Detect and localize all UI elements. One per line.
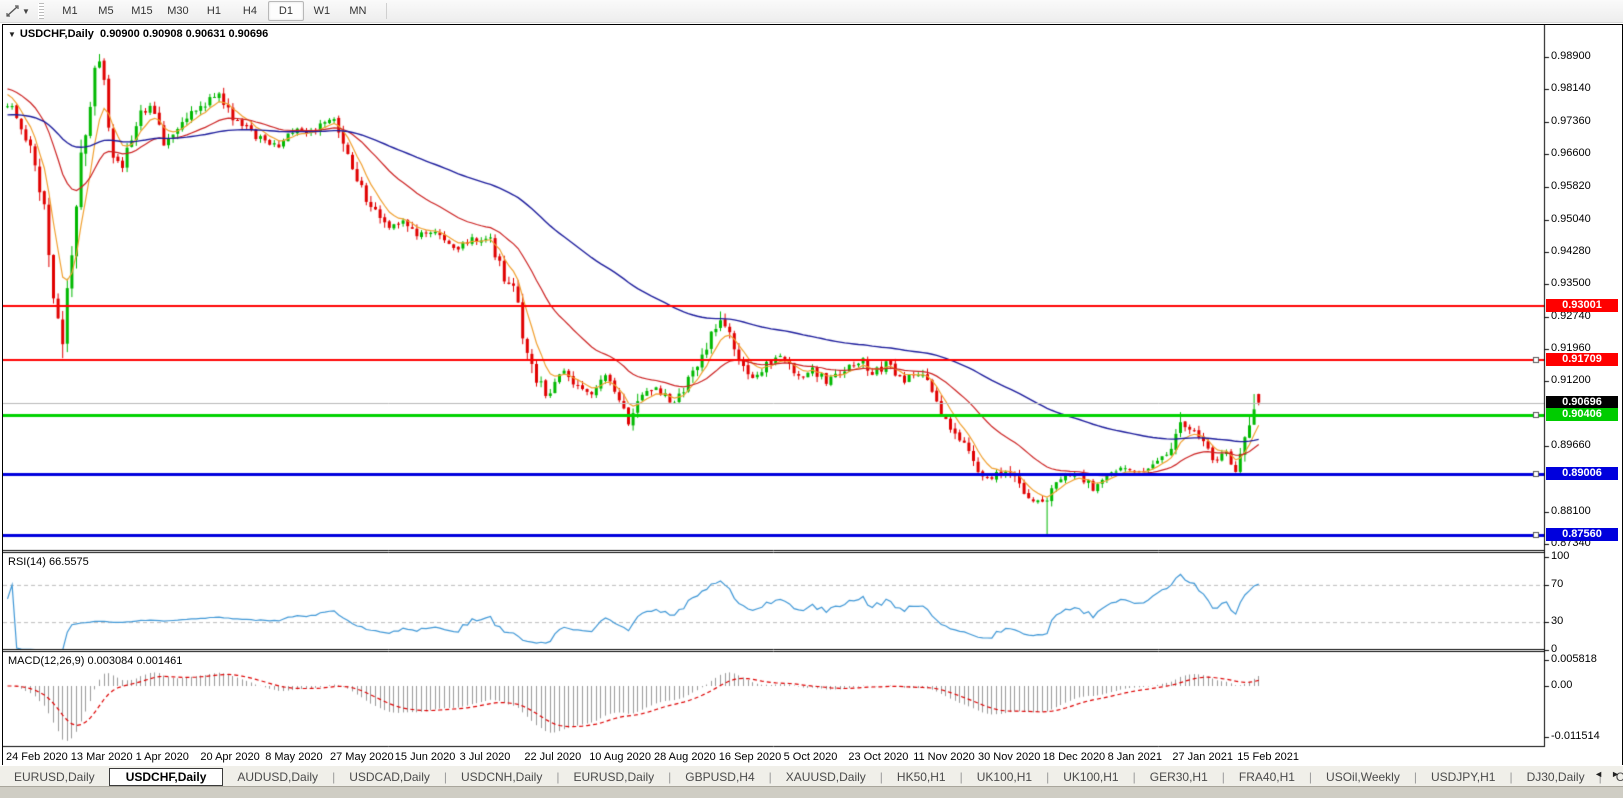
timeframe-button-mn[interactable]: MN bbox=[340, 1, 376, 21]
date-label-0: 24 Feb 2020 bbox=[6, 751, 68, 763]
macd-indicator-label: MACD(12,26,9) 0.003084 0.001461 bbox=[8, 655, 182, 667]
date-label-12: 5 Oct 2020 bbox=[784, 751, 838, 763]
chart-tab-usoil-weekly[interactable]: USOil,Weekly bbox=[1312, 768, 1414, 786]
chart-tab-xauusd-daily[interactable]: XAUUSD,Daily bbox=[772, 768, 880, 786]
rsi-tick-70: 70 bbox=[1551, 578, 1563, 590]
price-flag-0.90696: 0.90696 bbox=[1546, 396, 1618, 409]
price-flag-0.89006: 0.89006 bbox=[1546, 467, 1618, 480]
date-label-6: 15 Jun 2020 bbox=[395, 751, 456, 763]
chart-tab-hk50-h1[interactable]: HK50,H1 bbox=[883, 768, 960, 786]
rsi-name: RSI(14) bbox=[8, 556, 46, 568]
status-strip bbox=[0, 786, 1623, 798]
rsi-tick-100: 100 bbox=[1551, 550, 1569, 562]
toolbar-separator bbox=[386, 3, 387, 19]
tab-scroll-right-icon[interactable]: ► bbox=[1611, 769, 1620, 779]
date-label-16: 18 Dec 2020 bbox=[1043, 751, 1105, 763]
price-flag-0.93001: 0.93001 bbox=[1546, 299, 1618, 312]
toolbar-grip bbox=[38, 3, 44, 19]
price-tick-0.89660: 0.89660 bbox=[1551, 439, 1591, 451]
chart-symbol-period: USDCHF,Daily bbox=[20, 28, 94, 40]
date-label-13: 23 Oct 2020 bbox=[848, 751, 908, 763]
date-label-8: 22 Jul 2020 bbox=[524, 751, 581, 763]
rsi-tick-30: 30 bbox=[1551, 615, 1563, 627]
chart-tab-bar: EURUSD,DailyUSDCHF,DailyAUDUSD,Daily|USD… bbox=[0, 765, 1623, 787]
macd-main-value: 0.003084 bbox=[87, 655, 133, 667]
price-tick-0.94280: 0.94280 bbox=[1551, 245, 1591, 257]
chart-tab-usdcnh-daily[interactable]: USDCNH,Daily bbox=[447, 768, 556, 786]
timeframe-button-h4[interactable]: H4 bbox=[232, 1, 268, 21]
price-tick-0.97360: 0.97360 bbox=[1551, 115, 1591, 127]
date-label-2: 1 Apr 2020 bbox=[136, 751, 189, 763]
chart-window: ▼ USDCHF,Daily 0.90900 0.90908 0.90631 0.… bbox=[2, 24, 1623, 766]
cursor-crosshair-tool-icon[interactable] bbox=[3, 2, 21, 20]
price-flag-0.90406: 0.90406 bbox=[1546, 408, 1618, 421]
mt4-terminal: ▼ M1M5M15M30H1H4D1W1MN ▼ USDCHF,Daily 0.9… bbox=[0, 0, 1623, 798]
tabs-container: EURUSD,DailyUSDCHF,DailyAUDUSD,Daily|USD… bbox=[0, 768, 1623, 786]
price-tick-0.98900: 0.98900 bbox=[1551, 50, 1591, 62]
date-label-4: 8 May 2020 bbox=[265, 751, 322, 763]
timeframe-button-h1[interactable]: H1 bbox=[196, 1, 232, 21]
chart-tab-ger30-h1[interactable]: GER30,H1 bbox=[1136, 768, 1222, 786]
tab-scroll-left-icon[interactable]: ◄ bbox=[1594, 769, 1603, 779]
timeframe-button-w1[interactable]: W1 bbox=[304, 1, 340, 21]
date-label-15: 30 Nov 2020 bbox=[978, 751, 1040, 763]
timeframe-buttons: M1M5M15M30H1H4D1W1MN bbox=[52, 1, 376, 21]
ohlc-open: 0.90900 bbox=[100, 28, 140, 40]
date-label-5: 27 May 2020 bbox=[330, 751, 394, 763]
price-tick-0.91200: 0.91200 bbox=[1551, 374, 1591, 386]
chart-tab-uk100-h1[interactable]: UK100,H1 bbox=[1049, 768, 1132, 786]
rsi-value: 66.5575 bbox=[49, 556, 89, 568]
chart-tab-usdcad-daily[interactable]: USDCAD,Daily bbox=[335, 768, 444, 786]
chart-tab-audusd-daily[interactable]: AUDUSD,Daily bbox=[223, 768, 332, 786]
ohlc-high: 0.90908 bbox=[143, 28, 183, 40]
date-label-10: 28 Aug 2020 bbox=[654, 751, 716, 763]
price-flag-0.87560: 0.87560 bbox=[1546, 528, 1618, 541]
tool-dropdown-icon[interactable]: ▼ bbox=[22, 7, 30, 16]
chart-tab-usdchf-daily[interactable]: USDCHF,Daily bbox=[109, 768, 224, 786]
chart-tab-fra40-h1[interactable]: FRA40,H1 bbox=[1225, 768, 1309, 786]
date-label-19: 15 Feb 2021 bbox=[1237, 751, 1299, 763]
price-tick-0.88100: 0.88100 bbox=[1551, 505, 1591, 517]
chart-title: ▼ USDCHF,Daily 0.90900 0.90908 0.90631 0.… bbox=[8, 28, 268, 40]
timeframe-button-m1[interactable]: M1 bbox=[52, 1, 88, 21]
macd-tick--0.011514: -0.011514 bbox=[1551, 730, 1600, 742]
macd-signal-value: 0.001461 bbox=[136, 655, 182, 667]
macd-tick-0.00: 0.00 bbox=[1551, 679, 1572, 691]
timeframe-button-m5[interactable]: M5 bbox=[88, 1, 124, 21]
macd-name: MACD(12,26,9) bbox=[8, 655, 84, 667]
price-flag-0.91709: 0.91709 bbox=[1546, 353, 1618, 366]
rsi-indicator-label: RSI(14) 66.5575 bbox=[8, 556, 89, 568]
collapse-chart-icon[interactable]: ▼ bbox=[8, 30, 16, 39]
date-label-3: 20 Apr 2020 bbox=[200, 751, 259, 763]
date-label-14: 11 Nov 2020 bbox=[913, 751, 975, 763]
price-tick-0.93500: 0.93500 bbox=[1551, 277, 1591, 289]
date-label-1: 13 Mar 2020 bbox=[71, 751, 133, 763]
macd-tick-0.005818: 0.005818 bbox=[1551, 653, 1597, 665]
date-label-11: 16 Sep 2020 bbox=[719, 751, 781, 763]
price-tick-0.96600: 0.96600 bbox=[1551, 147, 1591, 159]
timeframe-button-d1[interactable]: D1 bbox=[268, 1, 304, 21]
ohlc-low: 0.90631 bbox=[186, 28, 226, 40]
timeframe-button-m30[interactable]: M30 bbox=[160, 1, 196, 21]
chart-toolbar: ▼ M1M5M15M30H1H4D1W1MN bbox=[0, 0, 1623, 23]
ohlc-close: 0.90696 bbox=[229, 28, 269, 40]
date-label-9: 10 Aug 2020 bbox=[589, 751, 651, 763]
price-chart-canvas[interactable] bbox=[3, 25, 1620, 763]
price-tick-0.95040: 0.95040 bbox=[1551, 213, 1591, 225]
chart-tab-eurusd-daily[interactable]: EURUSD,Daily bbox=[559, 768, 668, 786]
tab-scroll-buttons: ◄ ► bbox=[1594, 769, 1620, 779]
chart-tab-gbpusd-h4[interactable]: GBPUSD,H4 bbox=[671, 768, 768, 786]
price-tick-0.95820: 0.95820 bbox=[1551, 180, 1591, 192]
chart-tab-usdjpy-h1[interactable]: USDJPY,H1 bbox=[1417, 768, 1509, 786]
chart-tab-dj30-daily[interactable]: DJ30,Daily bbox=[1513, 768, 1599, 786]
timeframe-button-m15[interactable]: M15 bbox=[124, 1, 160, 21]
date-label-18: 27 Jan 2021 bbox=[1172, 751, 1233, 763]
date-label-17: 8 Jan 2021 bbox=[1108, 751, 1162, 763]
chart-tab-eurusd-daily[interactable]: EURUSD,Daily bbox=[0, 768, 109, 786]
chart-tab-uk100-h1[interactable]: UK100,H1 bbox=[963, 768, 1046, 786]
price-tick-0.98140: 0.98140 bbox=[1551, 82, 1591, 94]
date-label-7: 3 Jul 2020 bbox=[460, 751, 511, 763]
